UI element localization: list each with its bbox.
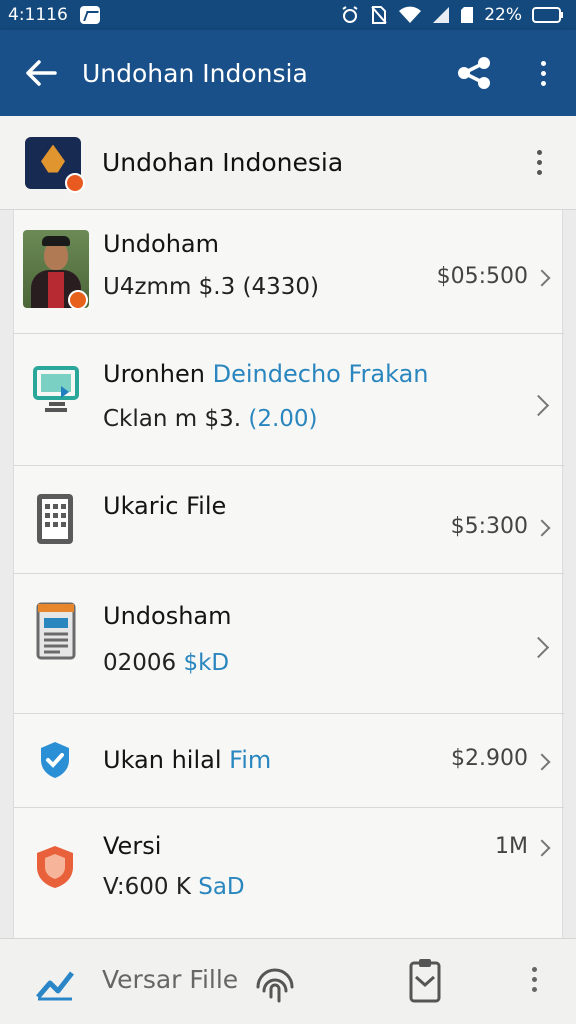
chevron-right-icon [533,519,551,537]
fingerprint-icon[interactable] [250,957,300,1005]
item-title: Undosham [103,602,232,630]
monitor-sync-icon [33,366,79,412]
status-time: 4:1116 [8,5,68,25]
item-price: $5:300 [450,514,528,539]
status-bar: 4:1116 22% [0,0,576,30]
toolbar-title: Undohan Indonsia [82,58,308,88]
arrow-left-icon [26,60,57,86]
calculator-icon [37,494,73,544]
notification-app-icon [79,6,100,24]
item-list: Undoham U4zmm $.3 (4330) $05:500 Uronhen… [13,210,564,938]
app-logo [25,136,85,193]
list-item[interactable]: Ukan hilal Fim $2.900 [14,714,564,808]
app-name: Undohan Indonesia [102,148,344,177]
signal-icon [433,7,450,23]
item-price: 1M [495,834,528,859]
chevron-right-icon [527,636,550,659]
item-subtitle: U4zmm $.3 (4330) [103,274,320,300]
app-toolbar: Undohan Indonsia [0,30,576,116]
alarm-icon [342,6,358,23]
battery-icon [532,7,563,23]
share-button[interactable] [438,30,510,116]
chevron-right-icon [533,753,551,771]
clipboard-icon[interactable] [408,957,442,1005]
chevron-right-icon [533,839,551,857]
item-title: Ukaric File [103,492,227,520]
item-title: Versi [103,832,162,860]
app-options-button[interactable] [502,150,576,175]
app-header: Undohan Indonesia [0,116,576,210]
overflow-menu-button[interactable] [510,30,576,116]
avatar-badge-icon [68,290,88,310]
item-subtitle: 02006 $kD [103,650,230,676]
chevron-right-icon [527,394,550,417]
list-item[interactable]: Undosham 02006 $kD [14,574,564,714]
sd-card-icon [461,7,474,23]
item-price: $05:500 [436,264,528,289]
app-badge-icon [65,172,85,193]
chevron-right-icon [533,269,551,287]
list-item[interactable]: Ukaric File $5:300 [14,466,564,574]
battery-percent: 22% [484,5,522,25]
no-sim-icon [371,6,387,24]
item-title: Undoham [103,230,219,258]
back-button[interactable] [0,30,82,116]
item-price: $2.900 [451,746,528,771]
list-item[interactable]: Undoham U4zmm $.3 (4330) $05:500 [14,210,564,334]
item-title: Uronhen Deindecho Frakan [103,360,429,388]
item-subtitle: Cklan m $3. (2.00) [103,406,318,432]
more-vertical-icon [540,60,546,86]
list-item[interactable]: Uronhen Deindecho Frakan Cklan m $3. (2.… [14,334,564,466]
more-vertical-icon [536,150,542,175]
wifi-icon [399,6,422,23]
list-item[interactable]: Versi V:600 K SaD 1M [14,808,564,938]
bottom-more-button[interactable] [532,967,537,992]
bottom-label[interactable]: Versar Fille [102,965,238,994]
shield-icon [37,846,73,888]
more-vertical-icon [532,967,537,992]
trend-chart-icon[interactable] [34,965,74,1001]
document-form-icon [36,602,76,660]
bottom-bar: Versar Fille [0,938,576,1024]
share-icon [458,57,490,89]
item-title: Ukan hilal Fim [103,746,272,774]
item-subtitle: V:600 K SaD [103,874,245,900]
shield-check-icon [41,742,69,778]
